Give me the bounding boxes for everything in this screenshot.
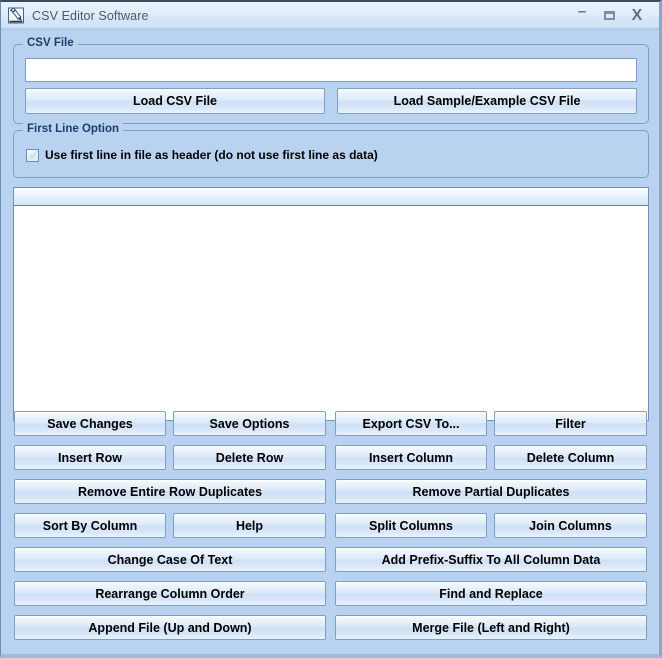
load-csv-file-button[interactable]: Load CSV File [25,88,325,114]
csv-grid-body[interactable] [14,206,648,419]
split-columns-button[interactable]: Split Columns [335,513,487,538]
delete-column-button[interactable]: Delete Column [494,445,647,470]
save-changes-button[interactable]: Save Changes [14,411,166,436]
csv-file-group-legend: CSV File [23,37,78,49]
save-options-button[interactable]: Save Options [173,411,326,436]
remove-partial-duplicates-button[interactable]: Remove Partial Duplicates [335,479,647,504]
window-title: CSV Editor Software [32,8,149,23]
client-area: CSV File Load CSV File Load Sample/Examp… [1,30,659,654]
maximize-button[interactable] [604,11,615,20]
title-bar: CSV Editor Software – X [1,2,659,30]
sort-by-column-button[interactable]: Sort By Column [14,513,166,538]
join-columns-button[interactable]: Join Columns [494,513,647,538]
change-case-of-text-button[interactable]: Change Case Of Text [14,547,326,572]
minimize-button[interactable]: – [574,4,590,19]
delete-row-button[interactable]: Delete Row [173,445,326,470]
export-csv-to-button[interactable]: Export CSV To... [335,411,487,436]
use-first-line-as-header-label: Use first line in file as header (do not… [45,148,378,162]
remove-entire-row-duplicates-button[interactable]: Remove Entire Row Duplicates [14,479,326,504]
insert-row-button[interactable]: Insert Row [14,445,166,470]
application-window: CSV Editor Software – X CSV File Load CS… [0,0,662,658]
pencil-edit-icon [7,6,27,26]
csv-data-grid[interactable] [13,187,649,421]
close-button[interactable]: X [629,8,645,24]
merge-file-button[interactable]: Merge File (Left and Right) [335,615,647,640]
find-and-replace-button[interactable]: Find and Replace [335,581,647,606]
use-first-line-as-header-checkbox[interactable] [26,148,39,162]
first-line-option-group-legend: First Line Option [23,123,123,135]
insert-column-button[interactable]: Insert Column [335,445,487,470]
load-sample-csv-file-button[interactable]: Load Sample/Example CSV File [337,88,637,114]
rearrange-column-order-button[interactable]: Rearrange Column Order [14,581,326,606]
filter-button[interactable]: Filter [494,411,647,436]
help-button[interactable]: Help [173,513,326,538]
csv-grid-header-row [14,188,648,206]
csv-file-path-input[interactable] [25,58,637,82]
use-first-line-as-header-checkbox-row[interactable]: Use first line in file as header (do not… [26,148,378,162]
checkmark-icon [29,149,38,159]
append-file-button[interactable]: Append File (Up and Down) [14,615,326,640]
add-prefix-suffix-button[interactable]: Add Prefix-Suffix To All Column Data [335,547,647,572]
window-controls: – X [574,4,659,24]
